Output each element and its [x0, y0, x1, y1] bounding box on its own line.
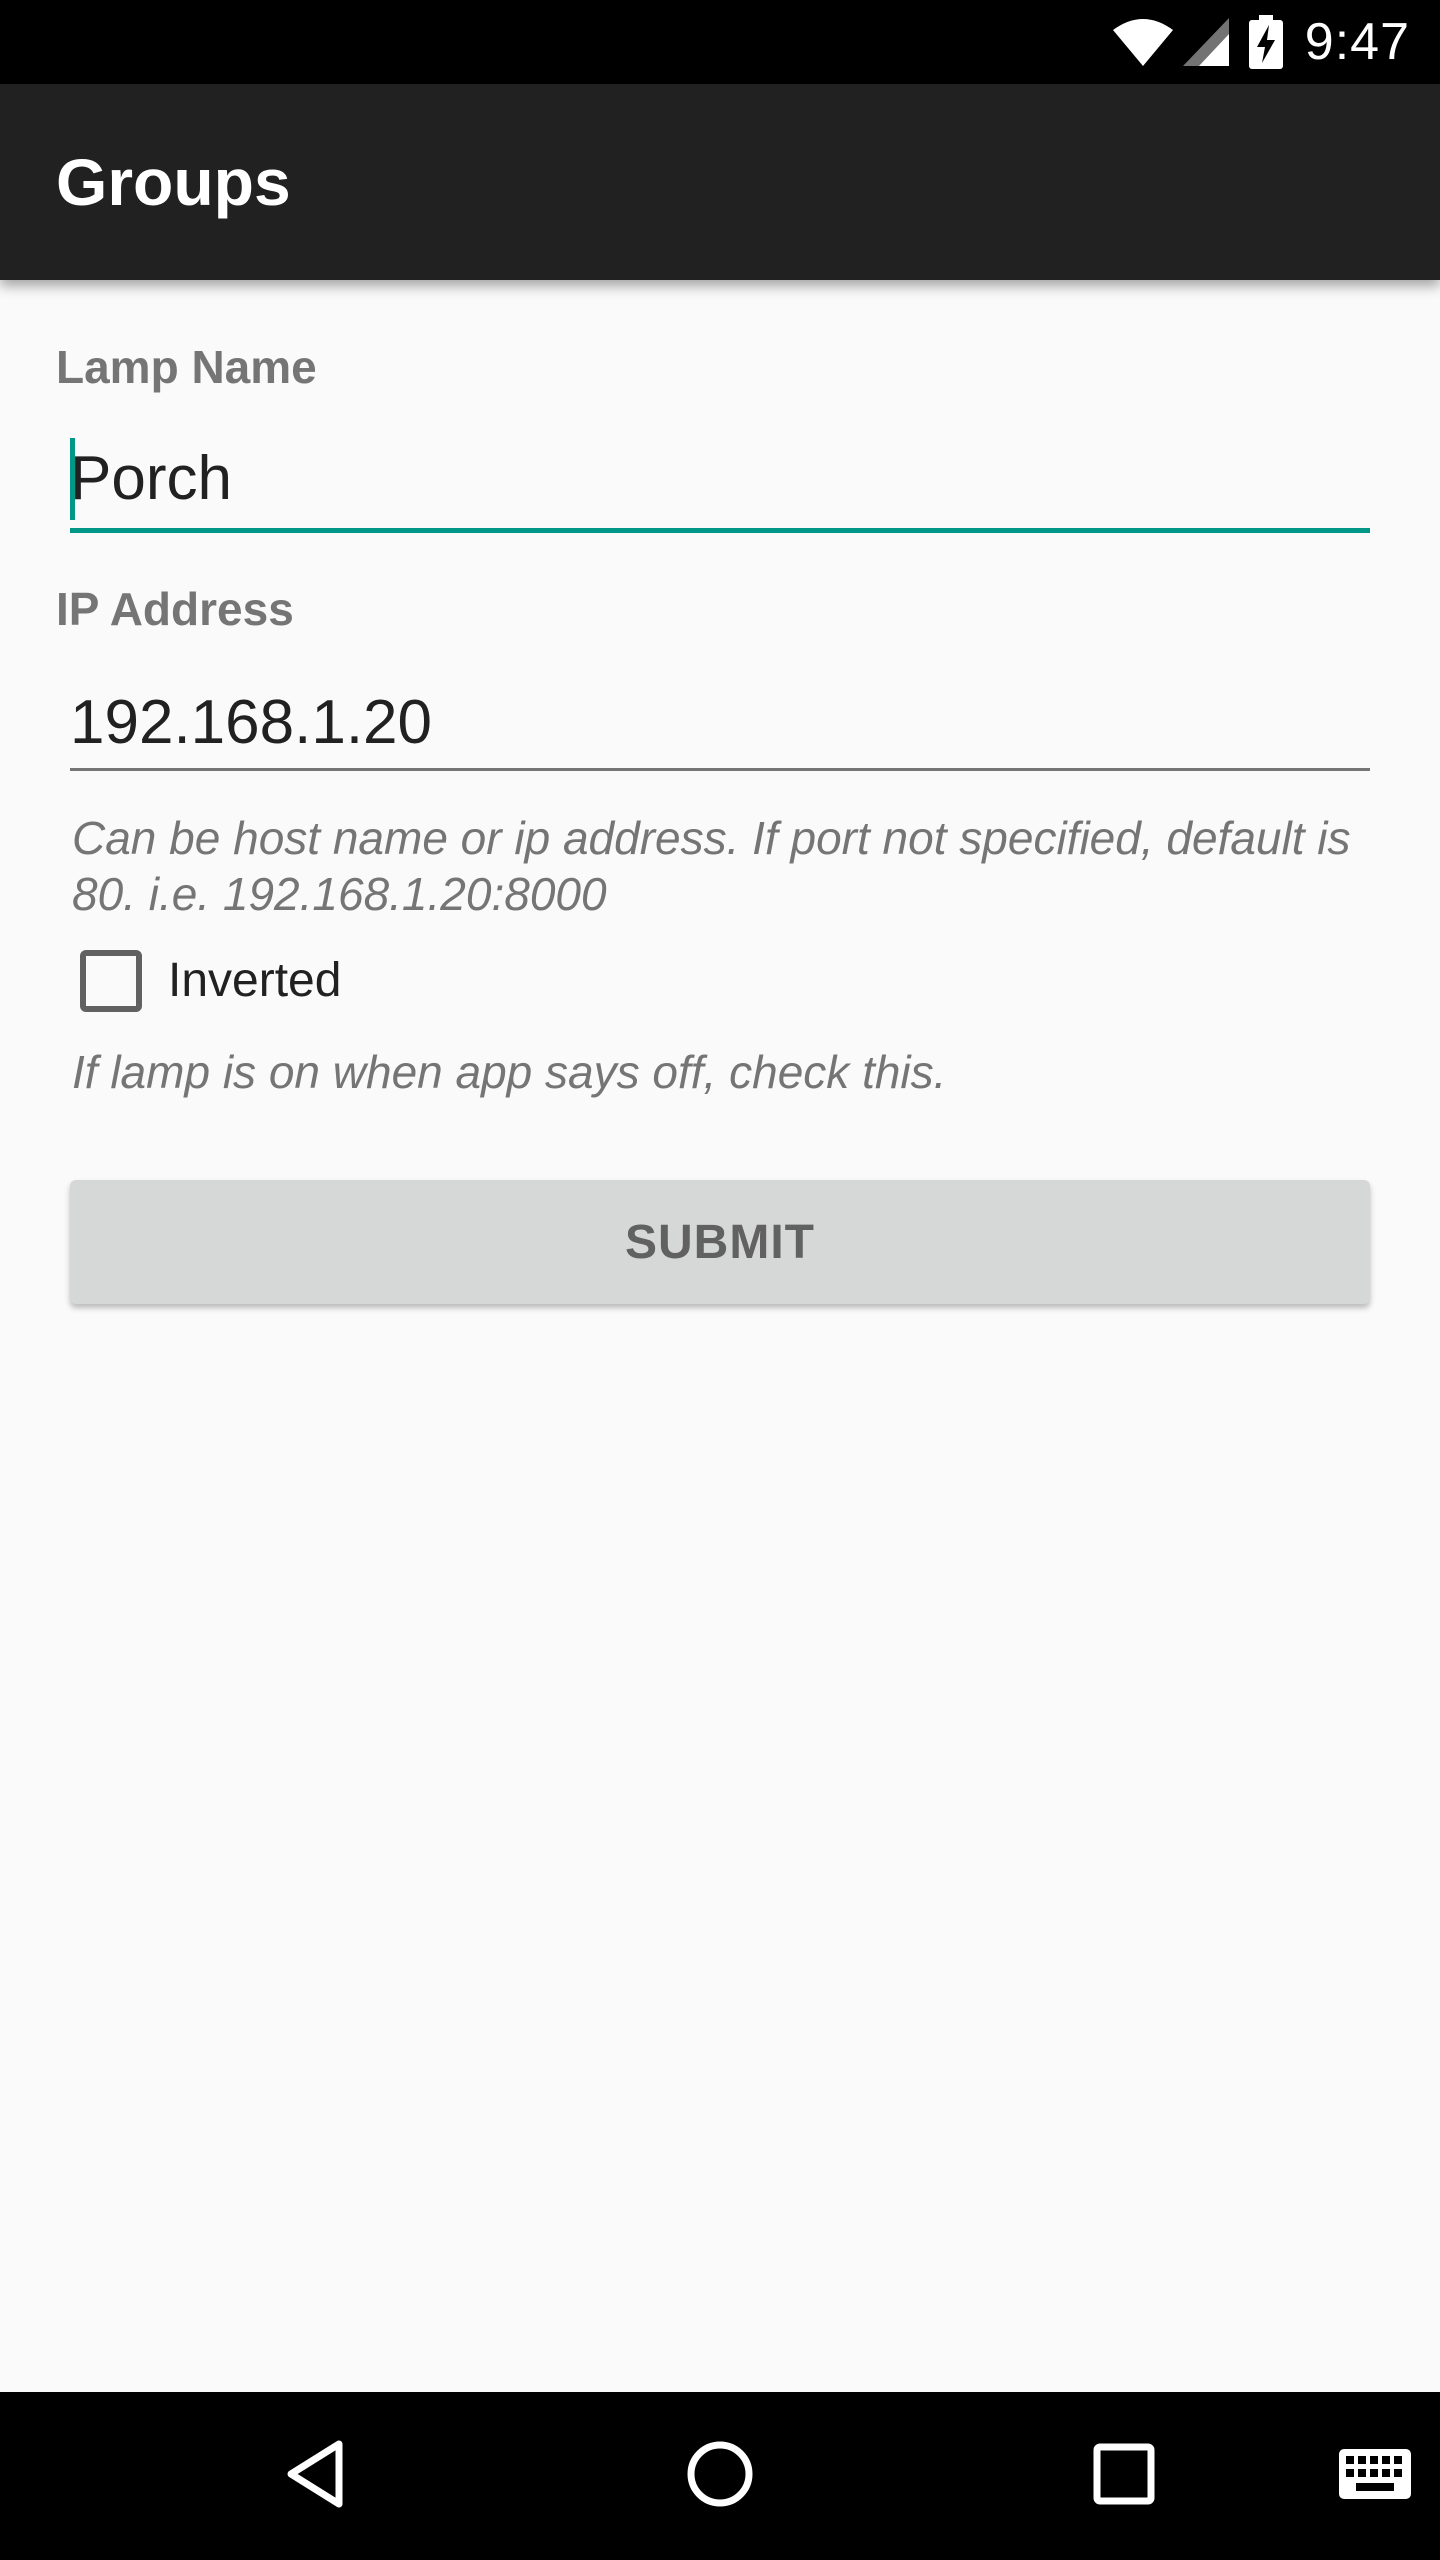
- ip-address-helper: Can be host name or ip address. If port …: [72, 812, 1351, 920]
- back-icon: [283, 2438, 347, 2515]
- keyboard-icon: [1339, 2448, 1411, 2504]
- recents-button[interactable]: [1064, 2392, 1184, 2560]
- lamp-name-label: Lamp Name: [56, 341, 317, 393]
- app-bar: Groups: [0, 84, 1440, 280]
- ip-address-label: IP Address: [56, 583, 294, 635]
- back-button[interactable]: [255, 2392, 375, 2560]
- inverted-label[interactable]: Inverted: [168, 952, 341, 1010]
- status-icons: 9:47: [1111, 0, 1410, 84]
- ip-address-input[interactable]: [70, 672, 1370, 772]
- page-title: Groups: [56, 145, 291, 219]
- form-content: Lamp Name IP Address Can be host name or…: [0, 280, 1440, 2392]
- inverted-helper: If lamp is on when app says off, check t…: [72, 1046, 947, 1098]
- wifi-icon: [1111, 16, 1175, 68]
- home-button[interactable]: [660, 2392, 780, 2560]
- inverted-checkbox[interactable]: [80, 950, 142, 1012]
- lamp-name-underline: [70, 528, 1370, 533]
- keyboard-button[interactable]: [1320, 2392, 1430, 2560]
- ip-address-underline: [70, 768, 1370, 771]
- lamp-name-input[interactable]: [70, 428, 1370, 528]
- status-time: 9:47: [1304, 13, 1410, 71]
- status-bar: 9:47: [0, 0, 1440, 84]
- submit-button[interactable]: SUBMIT: [70, 1180, 1370, 1304]
- cell-signal-icon: [1181, 16, 1231, 68]
- nav-bar: [0, 2392, 1440, 2560]
- home-icon: [686, 2440, 754, 2513]
- battery-charging-icon: [1248, 15, 1283, 69]
- recents-icon: [1093, 2443, 1155, 2510]
